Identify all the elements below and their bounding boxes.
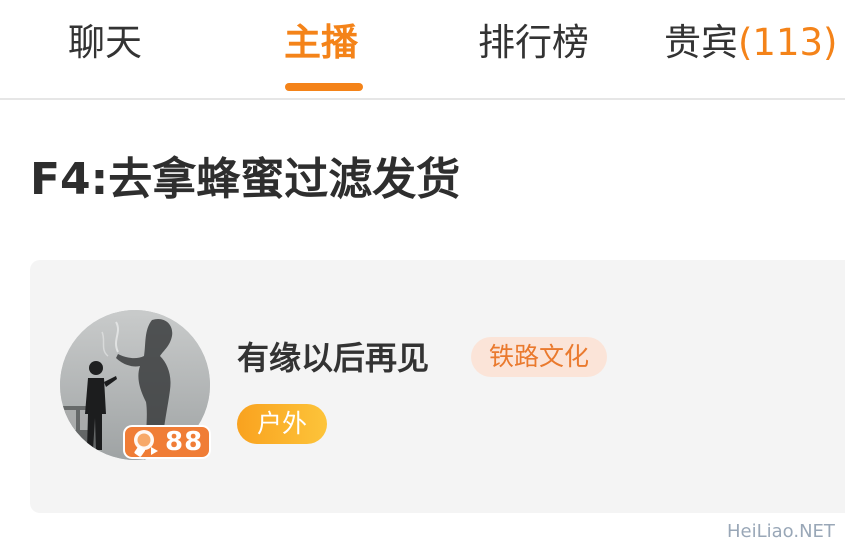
host-card[interactable]: 88 有缘以后再见 铁路文化 户外 — [30, 260, 845, 513]
host-name: 有缘以后再见 — [237, 339, 430, 377]
tab-vip-count: (113) — [738, 21, 838, 64]
tab-host[interactable]: 主播 — [284, 18, 358, 68]
tab-ranking[interactable]: 排行榜 — [478, 18, 589, 68]
watermark: HeiLiao.NET — [727, 521, 835, 542]
section-title: F4:去拿蜂蜜过滤发货 — [30, 154, 461, 205]
category-tag[interactable]: 铁路文化 — [471, 337, 608, 377]
tab-vip-label: 贵宾 — [664, 21, 738, 64]
tab-bar: 聊天 主播 排行榜 贵宾(113) — [0, 0, 845, 100]
tab-vip[interactable]: 贵宾(113) — [664, 18, 838, 68]
live-badge: 88 — [123, 425, 211, 459]
live-room-panel: 聊天 主播 排行榜 贵宾(113) F4:去拿蜂蜜过滤发货 88 有缘以后再见 … — [0, 0, 845, 550]
microphone-icon — [134, 430, 158, 457]
live-viewer-count: 88 — [165, 427, 204, 457]
tab-chat[interactable]: 聊天 — [68, 18, 142, 68]
active-tab-indicator — [285, 83, 363, 91]
type-tag[interactable]: 户外 — [237, 404, 327, 444]
